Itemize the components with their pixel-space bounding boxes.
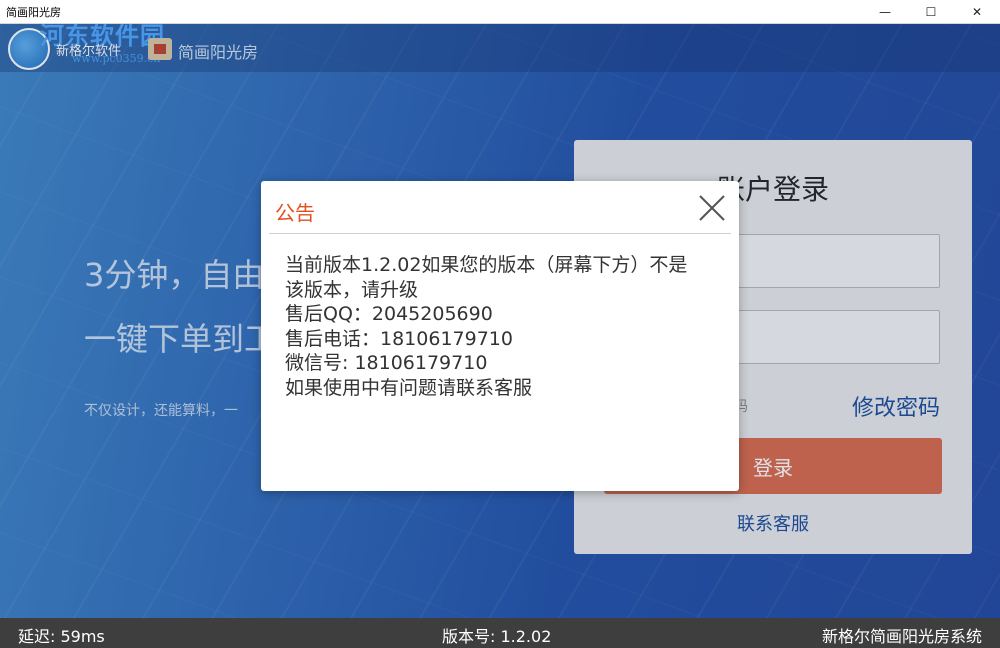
announcement-dialog: 公告 当前版本1.2.02如果您的版本（屏幕下方）不是 该版本，请升级 售后QQ… <box>261 181 739 491</box>
dialog-divider <box>269 233 731 234</box>
dialog-title: 公告 <box>275 201 315 225</box>
minimize-button[interactable]: — <box>862 0 908 24</box>
dialog-body: 当前版本1.2.02如果您的版本（屏幕下方）不是 该版本，请升级 售后QQ：20… <box>285 253 725 400</box>
window-title: 简画阳光房 <box>6 6 61 19</box>
window-title-bar: 简画阳光房 — ☐ ✕ <box>0 0 1000 24</box>
announcement-line: 售后QQ：2045205690 <box>285 303 493 325</box>
announcement-line: 如果使用中有问题请联系客服 <box>285 376 533 399</box>
announcement-line: 售后电话：18106179710 <box>285 327 513 350</box>
announcement-line: 当前版本1.2.02如果您的版本（屏幕下方）不是 <box>285 254 688 276</box>
version-status: 版本号: 1.2.02 <box>442 627 552 646</box>
dialog-close-icon[interactable] <box>695 191 729 225</box>
close-window-button[interactable]: ✕ <box>954 0 1000 24</box>
latency-status: 延迟: 59ms <box>18 627 105 646</box>
announcement-line: 微信号: 18106179710 <box>285 352 488 374</box>
announcement-line: 该版本，请升级 <box>285 278 419 301</box>
status-bar: 延迟: 59ms 版本号: 1.2.02 新格尔简画阳光房系统 <box>0 618 1000 648</box>
maximize-button[interactable]: ☐ <box>908 0 954 24</box>
system-name-status: 新格尔简画阳光房系统 <box>821 627 982 646</box>
